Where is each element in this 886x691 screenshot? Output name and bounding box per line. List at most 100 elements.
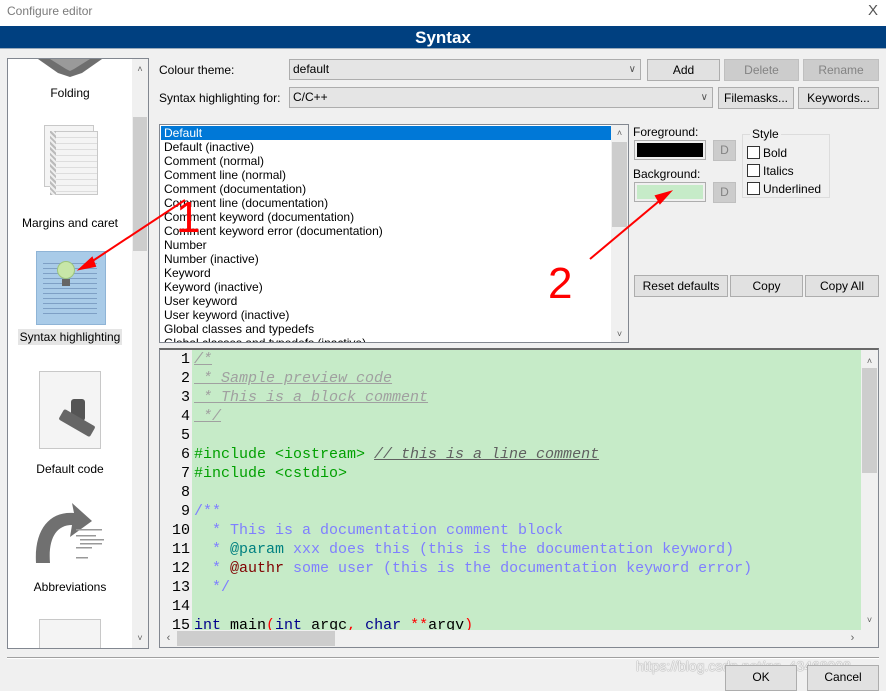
code-line: 7 #include <cstdio> — [160, 464, 861, 483]
language-select[interactable]: C/C++ ∨ — [289, 87, 713, 108]
code-token: , — [347, 617, 357, 630]
scrollbar-thumb[interactable] — [862, 368, 877, 473]
code-token: */ — [194, 408, 222, 425]
colour-theme-label: Colour theme: — [159, 63, 235, 77]
filemasks-button[interactable]: Filemasks... — [718, 87, 794, 109]
code-line: 4 */ — [160, 407, 861, 426]
preview-vertical-scrollbar[interactable]: ˄ ˅ — [861, 350, 878, 630]
cancel-button[interactable]: Cancel — [807, 665, 879, 691]
background-default-button[interactable]: D — [713, 182, 736, 203]
style-list-item[interactable]: Comment keyword (documentation) — [161, 210, 628, 224]
sidebar-scrollbar[interactable]: ˄ ˅ — [132, 59, 148, 648]
delete-theme-button[interactable]: Delete — [724, 59, 799, 81]
style-list-item[interactable]: Default — [161, 126, 611, 140]
style-list-item[interactable]: Comment line (normal) — [161, 168, 628, 182]
checkbox-icon — [747, 164, 760, 177]
folding-icon — [30, 59, 110, 77]
style-list-item[interactable]: Global classes and typedefs — [161, 322, 628, 336]
keywords-button[interactable]: Keywords... — [798, 87, 879, 109]
preview-horizontal-scrollbar[interactable]: ‹ › — [160, 630, 861, 647]
scrollbar-thumb[interactable] — [612, 142, 627, 227]
code-token: * — [194, 560, 231, 577]
line-number: 2 — [160, 369, 192, 388]
scroll-down-icon[interactable]: ˅ — [611, 326, 628, 342]
syntax-highlighting-icon — [33, 249, 107, 325]
style-list-item[interactable]: Comment keyword error (documentation) — [161, 224, 628, 238]
preview-editor[interactable]: 1/* 2 * Sample preview code 3 * This is a … — [159, 348, 879, 648]
style-group: Style Bold Italics Underlined — [742, 127, 830, 198]
sidebar-item-margins-and-caret[interactable]: Margins and caret — [8, 125, 132, 231]
scrollbar-thumb[interactable] — [177, 631, 335, 646]
code-token: int — [275, 617, 303, 630]
line-number: 15 — [160, 616, 192, 630]
sidebar-item-next[interactable] — [8, 619, 132, 648]
line-number: 10 — [160, 521, 192, 540]
background-color-swatch[interactable] — [634, 182, 706, 202]
style-list-item[interactable]: Comment (normal) — [161, 154, 628, 168]
style-list[interactable]: Default Default (inactive) Comment (normal… — [159, 124, 629, 343]
code-token: ( — [266, 617, 276, 630]
foreground-color-fill — [637, 143, 703, 157]
code-token: some user (this is the documentation key… — [284, 560, 753, 577]
title-bar: Configure editor X — [0, 0, 886, 26]
sidebar-item-abbreviations[interactable]: Abbreviations — [8, 499, 132, 595]
syntax-highlighting-for-label: Syntax highlighting for: — [159, 91, 281, 105]
code-line: 8 — [160, 483, 861, 502]
page-title: Syntax — [0, 26, 886, 49]
scroll-up-icon[interactable]: ˄ — [132, 61, 148, 77]
chevron-down-icon: ∨ — [628, 64, 636, 75]
code-line: 15 int main(int argc, char **argv) — [160, 616, 861, 630]
sidebar-item-label: Folding — [50, 86, 90, 100]
sidebar-item-default-code[interactable]: Default code — [8, 371, 132, 477]
scroll-down-icon[interactable]: ˅ — [861, 612, 878, 628]
add-theme-button[interactable]: Add — [647, 59, 720, 81]
code-token: argv — [428, 617, 465, 630]
rename-theme-button[interactable]: Rename — [803, 59, 879, 81]
code-line: 5 — [160, 426, 861, 445]
style-list-item[interactable]: Global classes and typedefs (inactive) — [161, 336, 628, 342]
bold-label: Bold — [763, 146, 788, 160]
code-token: ) — [464, 617, 474, 630]
underlined-checkbox[interactable]: Underlined — [747, 182, 821, 196]
scroll-left-icon[interactable]: ‹ — [160, 630, 177, 647]
code-preview[interactable]: 1/* 2 * Sample preview code 3 * This is a … — [160, 350, 861, 630]
style-list-item[interactable]: Default (inactive) — [161, 140, 628, 154]
foreground-color-swatch[interactable] — [634, 140, 706, 160]
sidebar-item-label: Abbreviations — [33, 580, 107, 594]
background-label: Background: — [633, 167, 701, 181]
code-token: * This is a block comment — [194, 389, 429, 406]
style-list-item[interactable]: User keyword (inactive) — [161, 308, 628, 322]
sidebar-item-syntax-highlighting[interactable]: Syntax highlighting — [8, 249, 132, 345]
scroll-up-icon[interactable]: ˄ — [861, 353, 878, 369]
reset-defaults-button[interactable]: Reset defaults — [634, 275, 728, 297]
scroll-down-icon[interactable]: ˅ — [132, 630, 148, 646]
foreground-label: Foreground: — [633, 125, 699, 139]
sidebar-item-label: Syntax highlighting — [17, 329, 123, 345]
scrollbar-thumb[interactable] — [133, 117, 147, 251]
code-token: /* — [194, 351, 213, 368]
copy-button[interactable]: Copy — [730, 275, 803, 297]
checkbox-icon — [747, 146, 760, 159]
close-icon[interactable]: X — [868, 2, 878, 19]
style-list-item[interactable]: Comment (documentation) — [161, 182, 628, 196]
code-line: 13 */ — [160, 578, 861, 597]
style-list-item[interactable]: Number — [161, 238, 628, 252]
scroll-right-icon[interactable]: › — [844, 630, 861, 647]
scroll-up-icon[interactable]: ˄ — [611, 125, 628, 141]
line-number: 11 — [160, 540, 192, 559]
style-list-scrollbar[interactable]: ˄ ˅ — [611, 125, 628, 342]
sidebar-item-label: Default code — [36, 462, 104, 476]
sidebar-item-folding[interactable]: Folding — [8, 59, 132, 101]
ok-button[interactable]: OK — [725, 665, 797, 691]
colour-theme-select[interactable]: default ∨ — [289, 59, 641, 80]
foreground-default-button[interactable]: D — [713, 140, 736, 161]
italics-checkbox[interactable]: Italics — [747, 164, 794, 178]
colour-theme-value: default — [293, 62, 330, 76]
bold-checkbox[interactable]: Bold — [747, 146, 787, 160]
copy-all-button[interactable]: Copy All — [805, 275, 879, 297]
code-line: 10 * This is a documentation comment blo… — [160, 521, 861, 540]
style-list-item[interactable]: Comment line (documentation) — [161, 196, 628, 210]
italics-label: Italics — [763, 164, 794, 178]
